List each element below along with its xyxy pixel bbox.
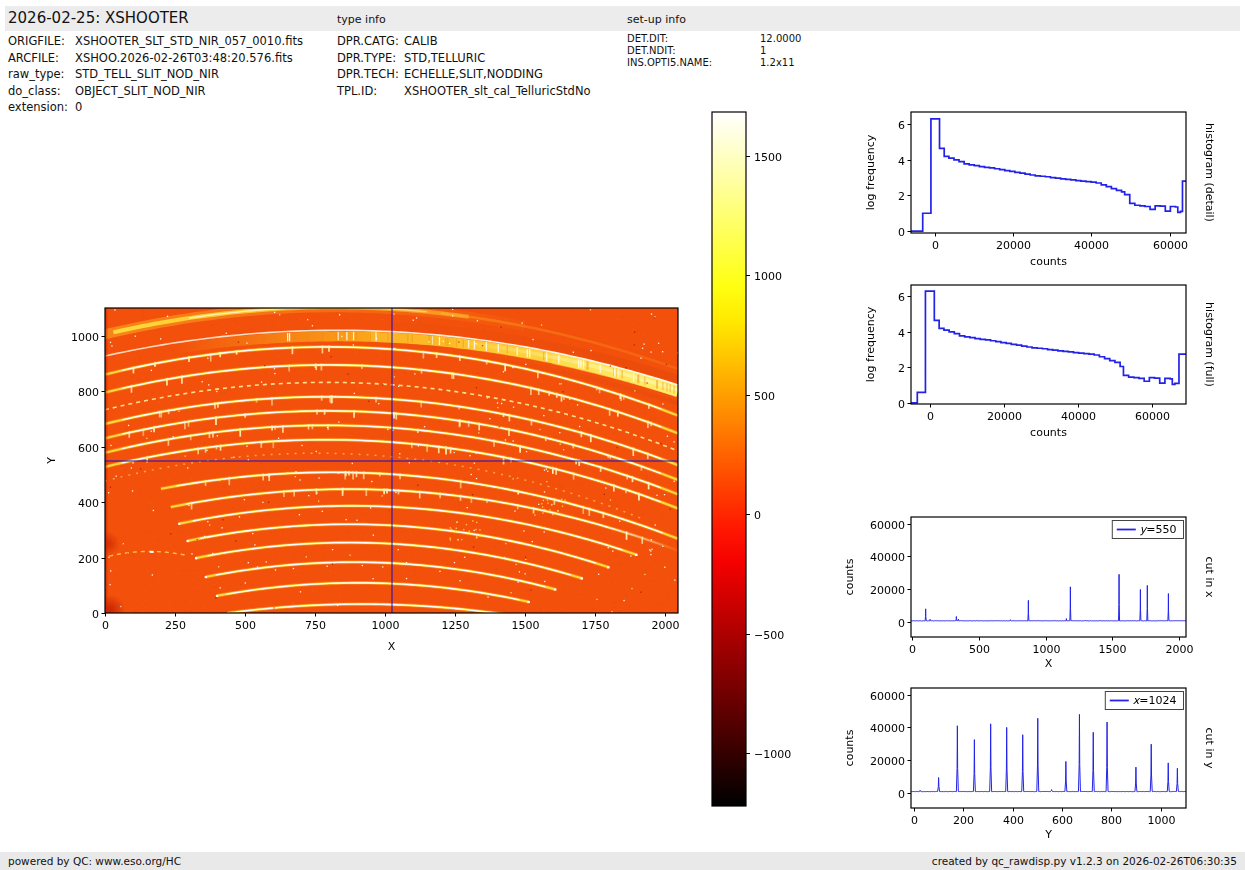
type-info-block: DPR.CATG:CALIB DPR.TYPE:STD,TELLURIC DPR… <box>337 33 591 99</box>
setup-info-row: DET.DIT:12.0000 <box>627 33 801 45</box>
cut-in-x-plot <box>845 505 1245 690</box>
colorbar <box>700 100 810 820</box>
setup-info-row: INS.OPTI5.NAME:1.2x11 <box>627 57 801 69</box>
field-label: ARCFILE: <box>8 50 75 67</box>
field-label: DET.DIT: <box>627 33 760 45</box>
field-label: do_class: <box>8 83 75 100</box>
detector-image-plot <box>40 290 700 670</box>
file-info-row: extension:0 <box>8 99 303 116</box>
type-info-heading: type info <box>337 13 386 26</box>
file-info-row: do_class:OBJECT_SLIT_NOD_NIR <box>8 83 303 100</box>
setup-info-heading: set-up info <box>627 13 686 26</box>
page-title: 2026-02-25: XSHOOTER <box>8 9 189 27</box>
field-value: XSHOOTER_SLT_STD_NIR_057_0010.fits <box>75 34 303 48</box>
type-info-row: DPR.CATG:CALIB <box>337 33 591 50</box>
qc-report-page: { "header": { "title": "2026-02-25: XSHO… <box>0 0 1245 870</box>
field-value: XSHOOTER_slt_cal_TelluricStdNo <box>404 84 591 98</box>
histogram-detail-plot <box>845 100 1245 285</box>
histogram-full-plot <box>845 272 1245 457</box>
field-value: 0 <box>75 100 82 114</box>
setup-info-row: DET.NDIT:1 <box>627 45 801 57</box>
file-info-row: ARCFILE:XSHOO.2026-02-26T03:48:20.576.fi… <box>8 50 303 67</box>
field-value: OBJECT_SLIT_NOD_NIR <box>75 84 206 98</box>
field-value: STD_TELL_SLIT_NOD_NIR <box>75 67 219 81</box>
field-value: 12.0000 <box>760 33 801 44</box>
field-value: 1 <box>760 45 766 56</box>
field-value: ECHELLE,SLIT,NODDING <box>404 67 543 81</box>
setup-info-block: DET.DIT:12.0000 DET.NDIT:1 INS.OPTI5.NAM… <box>627 33 801 69</box>
type-info-row: TPL.ID:XSHOOTER_slt_cal_TelluricStdNo <box>337 83 591 100</box>
type-info-row: DPR.TECH:ECHELLE,SLIT,NODDING <box>337 66 591 83</box>
field-label: DET.NDIT: <box>627 45 760 57</box>
field-label: TPL.ID: <box>337 83 404 100</box>
field-label: ORIGFILE: <box>8 33 75 50</box>
field-value: STD,TELLURIC <box>404 51 485 65</box>
field-label: INS.OPTI5.NAME: <box>627 57 760 69</box>
field-label: DPR.TYPE: <box>337 50 404 67</box>
field-label: extension: <box>8 99 75 116</box>
field-value: 1.2x11 <box>760 57 795 68</box>
cut-in-y-plot <box>845 675 1245 860</box>
field-label: DPR.CATG: <box>337 33 404 50</box>
file-info-row: raw_type:STD_TELL_SLIT_NOD_NIR <box>8 66 303 83</box>
footer-right-text: created by qc_rawdisp.py v1.2.3 on 2026-… <box>932 855 1237 867</box>
type-info-row: DPR.TYPE:STD,TELLURIC <box>337 50 591 67</box>
field-value: CALIB <box>404 34 438 48</box>
field-label: raw_type: <box>8 66 75 83</box>
header-bar <box>5 6 1240 31</box>
file-info-row: ORIGFILE:XSHOOTER_SLT_STD_NIR_057_0010.f… <box>8 33 303 50</box>
field-label: DPR.TECH: <box>337 66 404 83</box>
file-info-block: ORIGFILE:XSHOOTER_SLT_STD_NIR_057_0010.f… <box>8 33 303 116</box>
field-value: XSHOO.2026-02-26T03:48:20.576.fits <box>75 51 293 65</box>
footer-left-text: powered by QC: www.eso.org/HC <box>8 855 181 867</box>
